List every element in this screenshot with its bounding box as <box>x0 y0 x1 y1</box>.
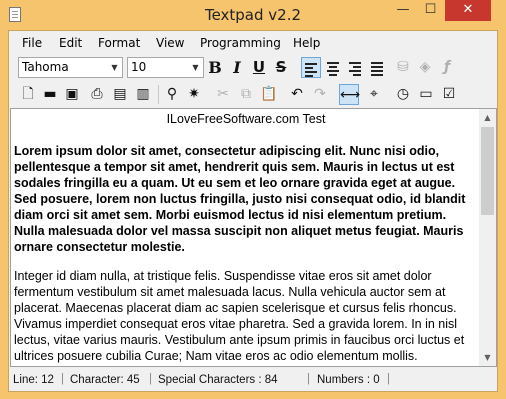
maximize-button[interactable]: ☐ <box>417 0 444 21</box>
print-preview-icon: ▤ <box>113 86 127 102</box>
bold-button[interactable]: B <box>205 57 225 78</box>
undo-icon: ↶ <box>291 86 303 102</box>
italic-button[interactable]: I <box>227 57 247 78</box>
function-icon: ƒ <box>443 59 451 75</box>
redo-button[interactable]: ↷ <box>310 84 330 105</box>
toolbar-divider <box>158 85 159 104</box>
magic-wand-icon: ✷ <box>188 86 200 102</box>
cube-button[interactable]: ◈ <box>415 57 435 78</box>
function-button[interactable]: ƒ <box>437 57 457 78</box>
save-icon: ▣ <box>65 86 79 102</box>
underline-button[interactable]: U <box>249 57 269 78</box>
vertical-scrollbar[interactable]: ▲ ▼ <box>479 109 496 366</box>
paste-button[interactable]: 📋 <box>259 84 279 105</box>
menu-edit[interactable]: Edit <box>59 36 82 50</box>
new-file-button[interactable]: 🗋 <box>18 84 38 105</box>
status-divider: | <box>149 373 152 385</box>
location-pin-icon: ⌖ <box>370 86 378 102</box>
cut-icon: ✂ <box>217 86 229 102</box>
paste-icon: 📋 <box>260 86 278 102</box>
app-window: Textpad v2.2 — ☐ ✕ File Edit Format View… <box>0 0 506 399</box>
chevron-down-icon[interactable]: ▼ <box>107 58 122 77</box>
text-editor[interactable]: ILoveFreeSoftware.com Test Lorem ipsum d… <box>10 108 497 367</box>
align-center-icon <box>327 62 339 76</box>
status-divider: | <box>307 373 310 385</box>
bold-paragraph: Lorem ipsum dolor sit amet, consectetur … <box>14 144 466 254</box>
menu-file[interactable]: File <box>22 36 42 50</box>
font-name-value: Tahoma <box>22 60 69 74</box>
strikethrough-button[interactable]: S <box>271 57 291 78</box>
copy-icon: ⧉ <box>241 86 251 102</box>
align-right-button[interactable] <box>345 57 365 78</box>
client-area: File Edit Format View Programming Help T… <box>8 30 498 392</box>
minimize-button[interactable]: — <box>389 0 417 21</box>
open-button[interactable]: ▬ <box>40 84 60 105</box>
font-size-value: 10 <box>131 60 147 74</box>
monitor-button[interactable]: ▭ <box>416 84 436 105</box>
redo-icon: ↷ <box>314 86 326 102</box>
find-button[interactable]: ⚲ <box>162 84 182 105</box>
database-button[interactable]: ⛁ <box>393 57 413 78</box>
close-button[interactable]: ✕ <box>445 0 491 21</box>
font-name-select[interactable]: Tahoma ▼ <box>18 57 123 78</box>
find-icon: ⚲ <box>166 86 178 102</box>
copy-button[interactable]: ⧉ <box>236 84 256 105</box>
main-toolbar: 🗋 ▬ ▣ ⎙ ▤ ▥ ⚲ ✷ ✂ ⧉ 📋 ↶ ↷ ⟷ ⌖ ◷ ▭ ☑ <box>9 81 497 108</box>
normal-paragraph: Integer id diam nulla, at tristique feli… <box>14 269 465 363</box>
print-preview-button[interactable]: ▤ <box>110 84 130 105</box>
document-heading: ILoveFreeSoftware.com Test <box>166 112 326 126</box>
document-button[interactable]: ▥ <box>133 84 153 105</box>
new-file-icon: 🗋 <box>22 86 34 102</box>
title-bar[interactable]: Textpad v2.2 — ☐ ✕ <box>0 0 506 30</box>
menu-bar: File Edit Format View Programming Help <box>9 32 497 54</box>
bullet-list-button[interactable] <box>367 57 387 78</box>
align-left-button[interactable] <box>301 57 321 78</box>
checkbox-button[interactable]: ☑ <box>439 84 459 105</box>
menu-view[interactable]: View <box>156 36 184 50</box>
status-line: Line: 12 <box>13 374 54 386</box>
align-right-icon <box>349 62 361 76</box>
word-wrap-icon: ⟷ <box>340 87 361 103</box>
status-numbers: Numbers : 0 <box>317 374 380 386</box>
status-character: Character: 45 <box>70 374 140 386</box>
menu-format[interactable]: Format <box>98 36 140 50</box>
monitor-icon: ▭ <box>419 86 433 102</box>
location-button[interactable]: ⌖ <box>364 84 384 105</box>
undo-button[interactable]: ↶ <box>287 84 307 105</box>
align-center-button[interactable] <box>323 57 343 78</box>
scroll-up-icon[interactable]: ▲ <box>479 109 496 126</box>
document-icon: ▥ <box>136 86 150 102</box>
status-divider: | <box>387 373 390 385</box>
scroll-thumb[interactable] <box>481 127 494 215</box>
align-left-icon <box>305 63 317 77</box>
status-bar: Line: 12 | Character: 45 | Special Chara… <box>9 369 497 391</box>
print-icon: ⎙ <box>91 86 103 102</box>
status-divider: | <box>61 373 64 385</box>
font-size-select[interactable]: 10 ▼ <box>127 57 204 78</box>
open-folder-icon: ▬ <box>43 86 57 102</box>
bullet-list-icon <box>371 62 383 76</box>
menu-help[interactable]: Help <box>293 36 320 50</box>
chevron-down-icon[interactable]: ▼ <box>188 58 203 77</box>
print-button[interactable]: ⎙ <box>87 84 107 105</box>
cut-button[interactable]: ✂ <box>213 84 233 105</box>
magic-button[interactable]: ✷ <box>184 84 204 105</box>
word-wrap-button[interactable]: ⟷ <box>339 84 361 105</box>
checkbox-icon: ☑ <box>442 86 456 102</box>
clock-icon: ◷ <box>396 86 410 102</box>
save-button[interactable]: ▣ <box>62 84 82 105</box>
cube-icon: ◈ <box>419 59 431 75</box>
status-special-characters: Special Characters : 84 <box>158 374 278 386</box>
format-toolbar: Tahoma ▼ 10 ▼ B I U S ⛁ ◈ ƒ <box>9 54 497 81</box>
database-icon: ⛁ <box>397 59 409 75</box>
clock-button[interactable]: ◷ <box>393 84 413 105</box>
menu-programming[interactable]: Programming <box>200 36 281 50</box>
scroll-down-icon[interactable]: ▼ <box>479 349 496 366</box>
